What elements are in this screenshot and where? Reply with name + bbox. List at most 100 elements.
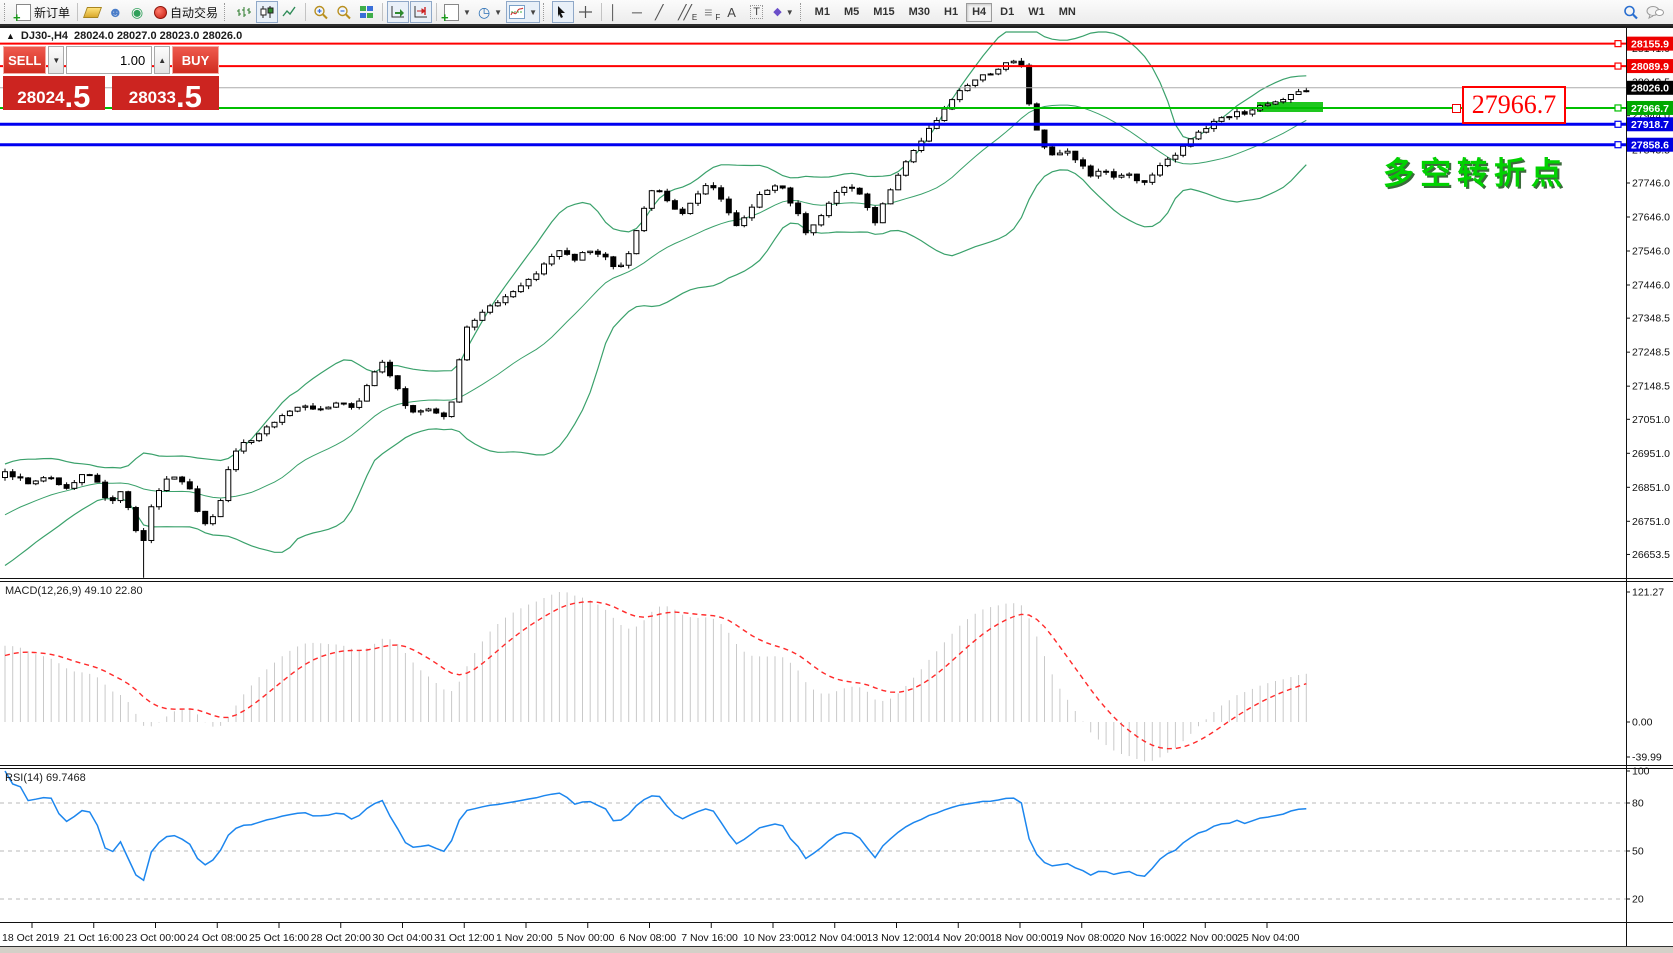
indicators-button[interactable]: ▼ — [506, 1, 540, 23]
sell-price-main: 28024 — [17, 89, 64, 109]
signal-icon: ◉ — [131, 5, 143, 19]
callout-anchor-marker[interactable] — [1452, 104, 1461, 113]
timeframe-m30-button[interactable]: M30 — [903, 3, 936, 22]
timeframe-h4-button[interactable]: H4 — [966, 3, 992, 22]
buy-price-box[interactable]: 28033 .5 — [112, 76, 219, 110]
price-tag-label: 27918.7 — [1631, 119, 1669, 131]
buy-price-fraction: .5 — [176, 84, 202, 109]
price-tag-label: 27858.6 — [1631, 140, 1669, 152]
search-icon — [1623, 5, 1639, 20]
chinese-annotation[interactable]: 多空转折点 — [1383, 148, 1568, 193]
time-axis-label: 18 Oct 2019 — [2, 932, 59, 944]
sell-price-box[interactable]: 28024 .5 — [3, 76, 105, 110]
horizontal-line-button[interactable]: ─ — [629, 1, 651, 23]
cursor-button[interactable] — [552, 1, 574, 23]
collapse-marker-icon[interactable]: ▲ — [6, 31, 15, 41]
chevron-down-icon: ▼ — [494, 8, 502, 17]
eraser-button[interactable] — [82, 1, 104, 23]
arrow-shapes-icon: ◆ — [773, 7, 781, 18]
price-tag-label: 28026.0 — [1631, 83, 1669, 95]
toolbar-grip — [4, 3, 10, 21]
chart-shift-button[interactable] — [410, 1, 432, 23]
rsi-indicator — [5, 771, 1306, 880]
timeframe-mn-button[interactable]: MN — [1053, 3, 1082, 22]
bar-chart-button[interactable] — [233, 1, 255, 23]
zoom-out-icon — [336, 5, 352, 20]
signal-button[interactable]: ◉ — [128, 1, 150, 23]
toolbar-separator — [77, 3, 78, 21]
chart-canvas[interactable]: 28141.028042.527944.027843.527746.027646… — [0, 0, 1673, 953]
time-axis-label: 28 Oct 20:00 — [311, 932, 371, 944]
indicators-icon — [509, 5, 525, 19]
auto-trading-button[interactable]: 自动交易 — [151, 1, 221, 23]
horizontal-lines[interactable] — [0, 41, 1626, 148]
tile-windows-button[interactable] — [356, 1, 378, 23]
new-chart-button[interactable]: ▼ — [441, 1, 474, 23]
label-tool-button[interactable]: T — [747, 1, 769, 23]
time-axis-label: 22 Nov 00:00 — [1175, 932, 1238, 944]
macd-axis-label: 121.27 — [1632, 587, 1664, 599]
bollinger-middle-band — [5, 105, 1306, 515]
time-axis-label: 25 Nov 04:00 — [1237, 932, 1300, 944]
price-tick-label: 27051.0 — [1632, 414, 1670, 426]
buy-price-main: 28033 — [129, 89, 176, 109]
sell-button[interactable]: SELL — [3, 46, 46, 74]
new-order-button[interactable]: 新订单 — [13, 1, 73, 23]
channel-button[interactable]: ╱╱ E — [675, 1, 700, 23]
price-tick-label: 26851.0 — [1632, 482, 1670, 494]
profile-button[interactable]: ☻ — [105, 1, 127, 23]
zoom-out-button[interactable] — [333, 1, 355, 23]
price-tick-label: 27646.0 — [1632, 212, 1670, 224]
rsi-label: RSI(14) 69.7468 — [5, 772, 86, 784]
horizontal-line-icon: ─ — [632, 5, 642, 19]
new-chart-icon — [444, 4, 459, 21]
line-chart-button[interactable] — [279, 1, 301, 23]
new-order-icon — [16, 4, 31, 21]
time-axis-label: 12 Nov 04:00 — [805, 932, 868, 944]
vertical-line-button[interactable]: │ — [606, 1, 628, 23]
macd-values: 49.10 22.80 — [84, 585, 142, 597]
timeframe-m15-button[interactable]: M15 — [867, 3, 900, 22]
fibonacci-button[interactable]: ≡ F — [701, 1, 723, 23]
zoom-in-button[interactable] — [310, 1, 332, 23]
buy-button[interactable]: BUY — [172, 46, 219, 74]
periods-clock-icon: ◷ — [478, 5, 490, 19]
macd-name: MACD(12,26,9) — [5, 585, 81, 597]
price-tick-label: 26951.0 — [1632, 448, 1670, 460]
chat-button[interactable] — [1643, 1, 1667, 23]
timeframe-m5-button[interactable]: M5 — [838, 3, 865, 22]
trendline-button[interactable]: ╱ — [652, 1, 674, 23]
candlestick-chart-button[interactable] — [256, 1, 278, 23]
price-tick-label: 27348.5 — [1632, 313, 1670, 325]
time-axis[interactable]: 18 Oct 201921 Oct 16:0023 Oct 00:0024 Oc… — [2, 923, 1300, 944]
timeframe-d1-button[interactable]: D1 — [994, 3, 1020, 22]
volume-input[interactable] — [66, 46, 152, 74]
auto-scroll-button[interactable] — [387, 1, 409, 23]
crosshair-button[interactable] — [575, 1, 597, 23]
toolbar-separator — [305, 3, 306, 21]
volume-increase-button[interactable]: ▲ — [154, 46, 170, 74]
timeframe-w1-button[interactable]: W1 — [1022, 3, 1051, 22]
macd-axis-label: 0.00 — [1632, 717, 1653, 729]
rsi-level-lines — [0, 803, 1626, 899]
timeframe-m1-button[interactable]: M1 — [809, 3, 836, 22]
fibonacci-icon: ≡ — [704, 5, 712, 19]
text-tool-button[interactable]: A — [724, 1, 746, 23]
volume-decrease-button[interactable]: ▼ — [48, 46, 64, 74]
rsi-line — [5, 771, 1306, 880]
price-tick-label: 27546.0 — [1632, 246, 1670, 258]
price-callout-box[interactable]: 27966.7 — [1462, 86, 1566, 124]
search-button[interactable] — [1620, 1, 1642, 23]
chat-icon — [1646, 5, 1664, 20]
auto-trading-label: 自动交易 — [170, 4, 218, 21]
periods-button[interactable]: ◷▼ — [475, 1, 505, 23]
price-axis[interactable]: 28141.028042.527944.027843.527746.027646… — [1626, 43, 1670, 905]
time-axis-label: 20 Nov 16:00 — [1114, 932, 1177, 944]
timeframe-h1-button[interactable]: H1 — [938, 3, 964, 22]
rsi-axis-label: 20 — [1632, 894, 1644, 906]
arrow-shapes-button[interactable]: ◆▼ — [770, 1, 796, 23]
rsi-name: RSI(14) — [5, 772, 43, 784]
time-axis-label: 25 Oct 16:00 — [249, 932, 309, 944]
time-axis-label: 24 Oct 08:00 — [187, 932, 247, 944]
time-axis-label: 14 Nov 20:00 — [928, 932, 991, 944]
